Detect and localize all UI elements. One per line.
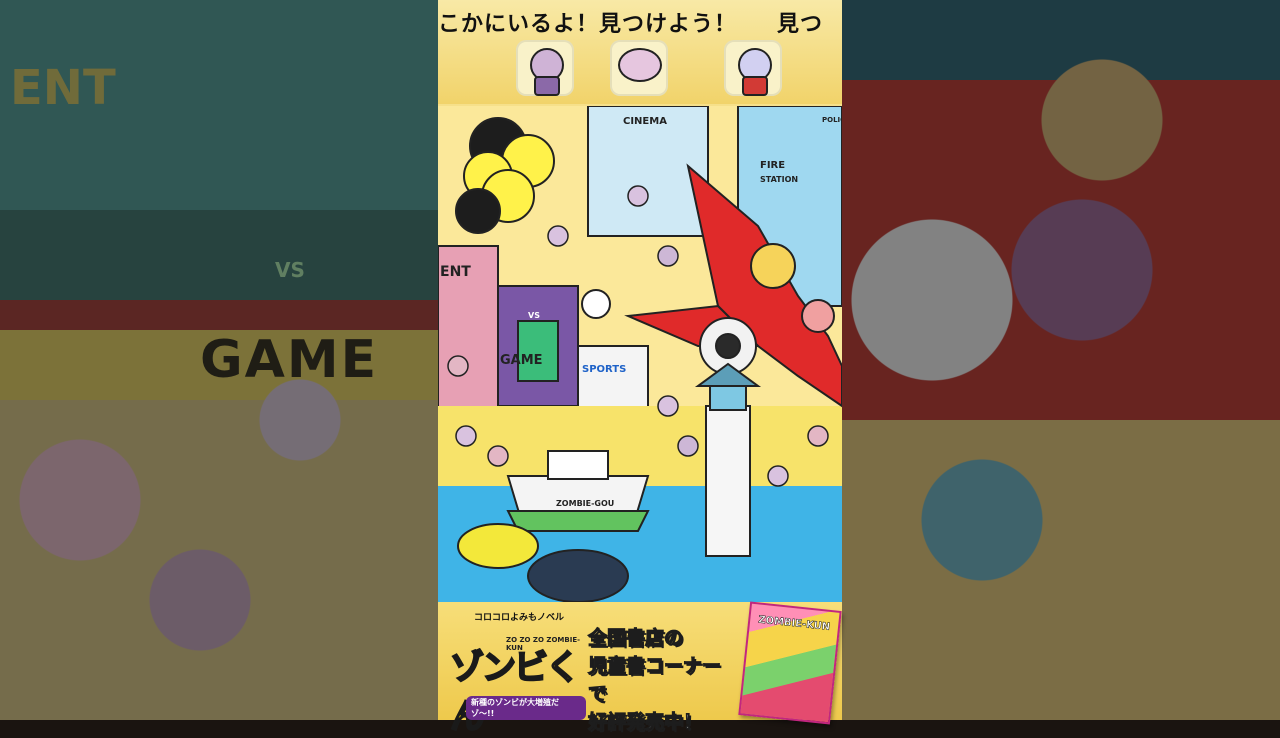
left-game-sign: GAME (200, 330, 379, 390)
zombie-kun-logo[interactable]: コロコロよみもノベル ZO ZO ZO ZOMBIE-KUN ゾンビくん 新種の… (446, 610, 586, 738)
ship-name: ZOMBIE-GOU (556, 499, 614, 508)
find-targets (438, 40, 842, 100)
logo-tagline: 新種のゾンビが大増殖だゾ〜!! (466, 696, 586, 720)
zombie-blob-target-icon (610, 40, 668, 96)
fire-station-sign-line1: FIRE (760, 160, 785, 171)
left-blurred-panel: ENT VS GAME (0, 0, 438, 720)
police-sign: POLICE (822, 116, 842, 124)
book-cover-title: ZOMBIE-KUN (757, 614, 831, 633)
hidden-picture-scene[interactable]: CINEMA FIRE STATION POLICE ENT VS GAME S… (438, 106, 842, 602)
fire-station-sign-line2: STATION (760, 175, 798, 184)
book-cover-image[interactable]: ZOMBIE-KUN (738, 601, 842, 725)
left-ent-sign: ENT (10, 60, 116, 116)
logo-title: ゾンビくん (449, 647, 581, 738)
promo-text: 全国書店の 児童書コーナーで 好評発売中！ (588, 624, 738, 736)
ent-sign: ENT (440, 264, 471, 280)
logo-series-label: コロコロよみもノベル (474, 613, 565, 623)
ticker-text-a: こかにいるよ！見つけよう！ (438, 12, 738, 37)
zombie-kid-target-icon (516, 40, 574, 96)
promo-line-2: 児童書コーナーで (588, 655, 722, 706)
left-vs-sign: VS (275, 258, 305, 282)
video-frame[interactable]: こかにいるよ！見つけよう！ 見つ CINEMA FIRE STATION POL… (438, 0, 842, 738)
promo-line-1: 全国書店の (588, 627, 684, 650)
right-blurred-panel (842, 0, 1280, 720)
ticker-text-b: 見つ (777, 12, 824, 37)
game-sign: GAME (500, 353, 543, 368)
header-banner: こかにいるよ！見つけよう！ 見つ (438, 0, 842, 104)
zombie-robot-target-icon (724, 40, 782, 96)
promo-footer: コロコロよみもノベル ZO ZO ZO ZOMBIE-KUN ゾンビくん 新種の… (438, 601, 842, 738)
vs-sign: VS (528, 311, 540, 320)
promo-line-3: 好評発売中！ (588, 711, 703, 734)
sports-sign: SPORTS (582, 364, 626, 375)
scrolling-ticker: こかにいるよ！見つけよう！ 見つ (438, 6, 823, 38)
cinema-sign: CINEMA (623, 116, 667, 127)
